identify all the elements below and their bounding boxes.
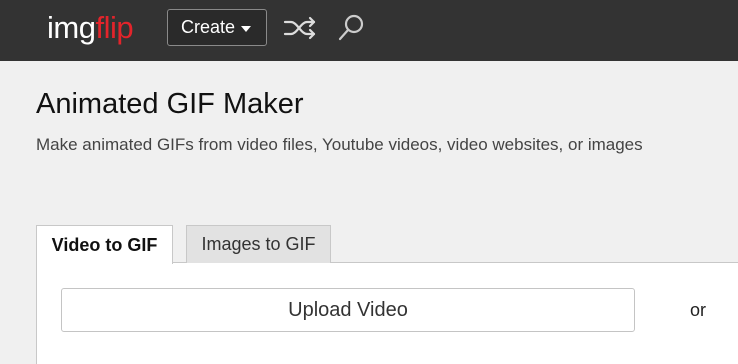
page-title: Animated GIF Maker bbox=[36, 88, 304, 120]
caret-down-icon bbox=[241, 25, 252, 32]
search-icon[interactable] bbox=[334, 13, 368, 43]
logo-text-img: img bbox=[47, 10, 96, 45]
create-label: Create bbox=[181, 17, 236, 37]
or-separator-label: or bbox=[690, 300, 707, 320]
tab-video-to-gif[interactable]: Video to GIF bbox=[36, 225, 173, 264]
tab-images-to-gif[interactable]: Images to GIF bbox=[186, 225, 331, 263]
imgflip-logo[interactable]: imgflip bbox=[47, 8, 134, 48]
logo-text-flip: flip bbox=[95, 10, 134, 45]
shuffle-icon[interactable] bbox=[283, 13, 317, 43]
create-menu-button[interactable]: Create bbox=[167, 9, 267, 46]
page-subtitle: Make animated GIFs from video files, You… bbox=[36, 135, 643, 154]
upload-video-button[interactable]: Upload Video bbox=[61, 288, 635, 332]
top-navigation-bar: imgflip Create bbox=[0, 0, 738, 61]
